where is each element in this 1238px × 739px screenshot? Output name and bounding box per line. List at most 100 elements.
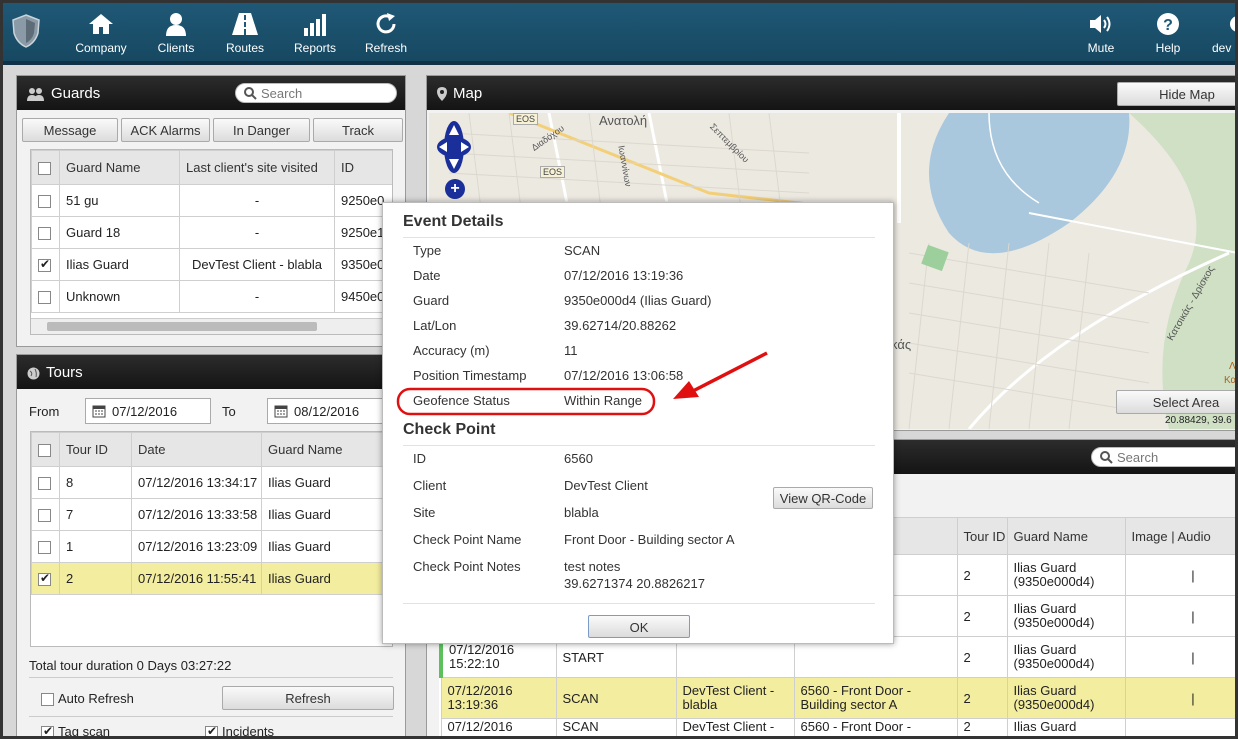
table-row[interactable]: Unknown - 9450e0 (31, 280, 392, 313)
guards-search-input[interactable]: Search (235, 83, 397, 103)
col-tour-id[interactable]: Tour ID (956, 517, 1008, 555)
col-date[interactable]: Date (131, 432, 262, 467)
table-row-selected[interactable]: 07/12/2016 13:19:36 SCAN DevTest Client … (440, 677, 1235, 719)
track-button[interactable]: Track (313, 118, 403, 142)
tours-table-container: Tour ID Date Guard Name 8 07/12/2016 13:… (30, 431, 393, 647)
annotation-ellipse-icon (396, 387, 656, 416)
view-qr-code-button[interactable]: View QR-Code (773, 487, 873, 509)
tour-duration-text: Total tour duration 0 Days 03:27:22 (29, 658, 232, 673)
row-checkbox[interactable] (31, 498, 60, 531)
nav-help[interactable]: ? Help (1133, 11, 1203, 55)
media-cell[interactable] (1124, 718, 1235, 736)
bar-chart-icon (304, 14, 326, 36)
checkpoint-id-label: ID (413, 451, 426, 466)
event-details-title: Event Details (403, 213, 504, 230)
event-type-cell: SCAN (555, 677, 677, 719)
tours-title: Tours (46, 364, 83, 381)
refresh-icon (376, 13, 396, 34)
divider (403, 445, 875, 446)
select-all-checkbox[interactable] (31, 150, 60, 185)
select-area-button[interactable]: Select Area (1116, 390, 1235, 414)
event-tour-cell: 2 (956, 636, 1008, 678)
select-all-checkbox[interactable] (31, 432, 60, 467)
table-row[interactable]: Ilias Guard DevTest Client - blabla 9350… (31, 248, 392, 281)
volume-icon (1090, 15, 1111, 33)
nav-user[interactable]: dev (1198, 11, 1235, 55)
gear-icon (1230, 16, 1235, 32)
type-value: SCAN (564, 243, 601, 258)
nav-routes[interactable]: Routes (210, 11, 280, 55)
table-row-selected[interactable]: 2 07/12/2016 11:55:41 Ilias Guard (31, 562, 392, 595)
guards-search-placeholder: Search (261, 86, 303, 101)
ack-alarms-button[interactable]: ACK Alarms (121, 118, 210, 142)
media-cell[interactable]: | (1124, 554, 1235, 596)
tour-guard-cell: Ilias Guard (261, 562, 392, 595)
row-checkbox[interactable] (31, 216, 60, 249)
scrollbar-thumb[interactable] (47, 322, 317, 331)
date-label: Date (413, 268, 441, 283)
tour-id-cell: 1 (59, 530, 132, 563)
table-row[interactable]: 51 gu - 9250e0 (31, 184, 392, 217)
nav-reports[interactable]: Reports (280, 11, 350, 55)
nav-user-label: dev (1212, 41, 1232, 55)
users-icon (27, 88, 44, 102)
latlon-label: Lat/Lon (413, 318, 457, 333)
media-cell[interactable]: | (1124, 677, 1235, 719)
map-pan-control-icon[interactable] (435, 119, 473, 177)
col-tour-id[interactable]: Tour ID (59, 432, 132, 467)
row-checkbox[interactable] (31, 280, 60, 313)
event-client-cell: DevTest Client - (675, 718, 795, 736)
row-checkbox[interactable] (31, 530, 60, 563)
search-icon (1100, 451, 1113, 464)
type-label: Type (413, 243, 442, 258)
client-label: Client (413, 478, 447, 493)
row-checkbox[interactable] (31, 248, 60, 281)
col-guard-name[interactable]: Guard Name (59, 150, 180, 185)
auto-refresh-checkbox[interactable]: Auto Refresh (41, 691, 134, 707)
nav-routes-label: Routes (225, 41, 265, 55)
to-date-input[interactable]: 08/12/2016 (267, 398, 397, 424)
map-label-eos-2: EOS (540, 166, 566, 178)
tag-scan-checkbox[interactable]: Tag scan (41, 724, 110, 736)
col-guard-name[interactable]: Guard Name (261, 432, 392, 467)
table-row[interactable]: 8 07/12/2016 13:34:17 Ilias Guard (31, 466, 392, 499)
calendar-icon (274, 405, 288, 418)
media-cell[interactable]: | (1124, 636, 1235, 678)
map-coordinates: 20.88429, 39.6 (1165, 415, 1232, 426)
zoom-in-button[interactable]: + (445, 179, 465, 199)
table-row[interactable]: 7 07/12/2016 13:33:58 Ilias Guard (31, 498, 392, 531)
guard-value: 9350e000d4 (Ilias Guard) (564, 293, 712, 308)
row-checkbox[interactable] (31, 466, 60, 499)
horizontal-scrollbar[interactable] (31, 318, 392, 334)
checkpoint-notes-label: Check Point Notes (413, 559, 521, 574)
nav-clients[interactable]: Clients (141, 11, 211, 55)
nav-clients-label: Clients (157, 41, 195, 55)
event-tour-cell: 2 (956, 554, 1008, 596)
row-checkbox[interactable] (31, 184, 60, 217)
incidents-checkbox[interactable]: Incidents (205, 724, 274, 736)
col-id[interactable]: ID (334, 150, 392, 185)
row-checkbox[interactable] (31, 562, 60, 595)
from-date-input[interactable]: 07/12/2016 (85, 398, 211, 424)
nav-company[interactable]: Company (66, 11, 136, 55)
tours-table: Tour ID Date Guard Name 8 07/12/2016 13:… (31, 432, 392, 595)
media-cell[interactable]: | (1124, 595, 1235, 637)
message-button[interactable]: Message (22, 118, 118, 142)
table-row[interactable]: 1 07/12/2016 13:23:09 Ilias Guard (31, 530, 392, 563)
tour-id-cell: 8 (59, 466, 132, 499)
nav-refresh[interactable]: Refresh (351, 11, 421, 55)
nav-mute[interactable]: Mute (1066, 11, 1136, 55)
hide-map-button[interactable]: Hide Map (1117, 82, 1235, 106)
col-last-site[interactable]: Last client's site visited (179, 150, 335, 185)
col-guard-name[interactable]: Guard Name (1006, 517, 1126, 555)
tours-refresh-button[interactable]: Refresh (222, 686, 394, 710)
table-row[interactable]: 07/12/2016 SCAN DevTest Client - 6560 - … (440, 718, 1235, 736)
table-row[interactable]: Guard 18 - 9250e1 (31, 216, 392, 249)
col-media[interactable]: Image | Audio (1124, 517, 1235, 555)
top-navbar: Company Clients Routes Reports Refresh M… (3, 3, 1235, 65)
in-danger-button[interactable]: In Danger (213, 118, 310, 142)
event-guard-cell: Ilias Guard (9350e000d4) (1006, 636, 1126, 678)
ok-button[interactable]: OK (588, 615, 690, 638)
globe-icon (27, 367, 40, 380)
events-search-input[interactable]: Search (1091, 447, 1235, 467)
